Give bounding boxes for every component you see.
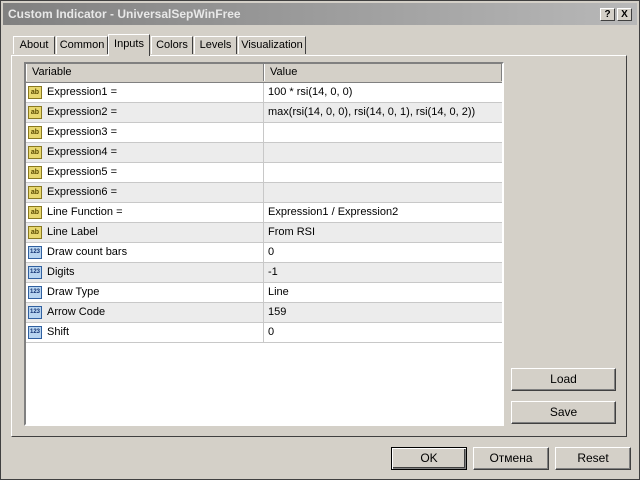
variable-cell[interactable]: 123 Shift (26, 323, 264, 342)
window-title: Custom Indicator - UniversalSepWinFree (8, 7, 241, 21)
variable-name: Expression1 = (47, 86, 118, 98)
reset-button[interactable]: Reset (555, 447, 631, 470)
table-row[interactable]: ab Expression6 = (26, 183, 502, 203)
table-row[interactable]: 123 Draw count bars 0 (26, 243, 502, 263)
tab-visualization[interactable]: Visualization (238, 36, 306, 54)
value-cell[interactable] (264, 143, 502, 162)
value-cell[interactable]: max(rsi(14, 0, 0), rsi(14, 0, 1), rsi(14… (264, 103, 502, 122)
variable-name: Draw count bars (47, 246, 128, 258)
variable-cell[interactable]: ab Expression6 = (26, 183, 264, 202)
variable-name: Expression5 = (47, 166, 118, 178)
value-cell[interactable]: From RSI (264, 223, 502, 242)
variable-name: Arrow Code (47, 306, 106, 318)
variable-cell[interactable]: 123 Draw count bars (26, 243, 264, 262)
string-type-icon: ab (28, 206, 42, 219)
variable-name: Line Function = (47, 206, 123, 218)
tab-common[interactable]: Common (56, 36, 108, 54)
variable-cell[interactable]: 123 Digits (26, 263, 264, 282)
value-cell[interactable]: 159 (264, 303, 502, 322)
cancel-button[interactable]: Отмена (473, 447, 549, 470)
variable-name: Expression6 = (47, 186, 118, 198)
load-button[interactable]: Load (511, 368, 616, 391)
variable-name: Shift (47, 326, 70, 338)
variable-cell[interactable]: ab Expression2 = (26, 103, 264, 122)
table-row[interactable]: ab Expression4 = (26, 143, 502, 163)
variable-cell[interactable]: ab Expression4 = (26, 143, 264, 162)
tab-about[interactable]: About (13, 36, 55, 54)
value-cell[interactable]: 100 * rsi(14, 0, 0) (264, 83, 502, 102)
variable-cell[interactable]: ab Line Label (26, 223, 264, 242)
save-button[interactable]: Save (511, 401, 616, 424)
column-header-value[interactable]: Value (264, 64, 502, 81)
variable-cell[interactable]: ab Line Function = (26, 203, 264, 222)
load-button-label: Load (550, 372, 577, 386)
variable-name: Expression2 = (47, 106, 118, 118)
variable-name: Draw Type (47, 286, 100, 298)
variable-name: Digits (47, 266, 75, 278)
variable-cell[interactable]: ab Expression3 = (26, 123, 264, 142)
ok-button[interactable]: OK (391, 447, 467, 470)
variable-cell[interactable]: ab Expression5 = (26, 163, 264, 182)
save-button-label: Save (549, 405, 578, 419)
table-row[interactable]: 123 Draw Type Line (26, 283, 502, 303)
value-cell[interactable]: -1 (264, 263, 502, 282)
value-cell[interactable]: Expression1 / Expression2 (264, 203, 502, 222)
value-cell[interactable]: Line (264, 283, 502, 302)
custom-indicator-dialog: Custom Indicator - UniversalSepWinFree ?… (0, 0, 640, 480)
variable-cell[interactable]: ab Expression1 = (26, 83, 264, 102)
table-row[interactable]: ab Expression1 = 100 * rsi(14, 0, 0) (26, 83, 502, 103)
string-type-icon: ab (28, 126, 42, 139)
value-cell[interactable] (264, 183, 502, 202)
string-type-icon: ab (28, 186, 42, 199)
value-cell[interactable] (264, 163, 502, 182)
value-cell[interactable] (264, 123, 502, 142)
string-type-icon: ab (28, 226, 42, 239)
variable-cell[interactable]: 123 Draw Type (26, 283, 264, 302)
grid-header: Variable Value (26, 64, 502, 83)
table-row[interactable]: ab Expression3 = (26, 123, 502, 143)
number-type-icon: 123 (28, 246, 42, 259)
table-row[interactable]: 123 Arrow Code 159 (26, 303, 502, 323)
string-type-icon: ab (28, 106, 42, 119)
variable-name: Line Label (47, 226, 98, 238)
variable-name: Expression4 = (47, 146, 118, 158)
tab-levels[interactable]: Levels (194, 36, 237, 54)
variable-name: Expression3 = (47, 126, 118, 138)
variable-cell[interactable]: 123 Arrow Code (26, 303, 264, 322)
tab-inputs[interactable]: Inputs (108, 34, 150, 56)
table-row[interactable]: ab Line Function = Expression1 / Expressio… (26, 203, 502, 223)
value-cell[interactable]: 0 (264, 243, 502, 262)
table-row[interactable]: ab Expression5 = (26, 163, 502, 183)
number-type-icon: 123 (28, 306, 42, 319)
table-row[interactable]: 123 Digits -1 (26, 263, 502, 283)
column-header-variable[interactable]: Variable (26, 64, 264, 81)
string-type-icon: ab (28, 86, 42, 99)
number-type-icon: 123 (28, 266, 42, 279)
value-cell[interactable]: 0 (264, 323, 502, 342)
number-type-icon: 123 (28, 326, 42, 339)
tab-colors[interactable]: Colors (151, 36, 193, 54)
close-button[interactable]: X (617, 8, 632, 21)
number-type-icon: 123 (28, 286, 42, 299)
table-row[interactable]: ab Expression2 = max(rsi(14, 0, 0), rsi(14… (26, 103, 502, 123)
help-button[interactable]: ? (600, 8, 615, 21)
table-row[interactable]: 123 Shift 0 (26, 323, 502, 343)
string-type-icon: ab (28, 166, 42, 179)
title-bar[interactable]: Custom Indicator - UniversalSepWinFree ?… (3, 3, 637, 25)
table-row[interactable]: ab Line Label From RSI (26, 223, 502, 243)
inputs-grid: Variable Value ab Expression1 = 100 * rsi(… (24, 62, 504, 426)
string-type-icon: ab (28, 146, 42, 159)
